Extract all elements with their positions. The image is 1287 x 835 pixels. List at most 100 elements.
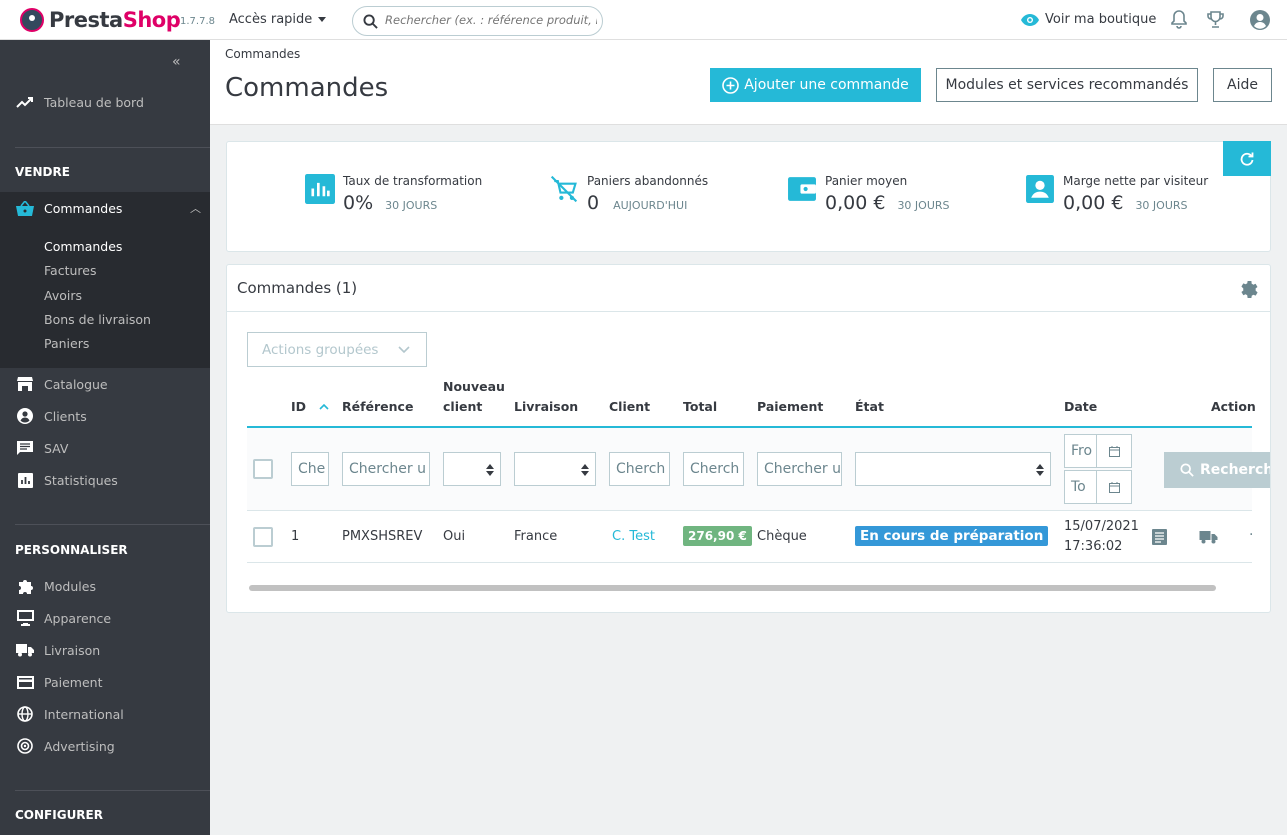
sidebar-item-label: SAV xyxy=(44,440,69,456)
sidebar-item-modules[interactable]: Modules xyxy=(0,570,210,602)
filter-state-select[interactable] xyxy=(855,452,1051,486)
submenu-item-carts[interactable]: Paniers xyxy=(44,336,89,351)
account-circle-icon xyxy=(17,408,33,424)
kpi-conversion[interactable]: Taux de transformation 0% 30 JOURS xyxy=(305,174,482,214)
column-header-new-client[interactable]: Nouveau client xyxy=(443,377,505,417)
chevron-up-icon: ︿ xyxy=(190,202,201,215)
recommended-modules-button[interactable]: Modules et services recommandés xyxy=(936,68,1198,102)
sidebar-item-customers[interactable]: Clients xyxy=(0,400,210,432)
kpi-period: AUJOURD'HUI xyxy=(613,199,688,212)
submenu-item-invoices[interactable]: Factures xyxy=(44,263,96,278)
sidebar-item-label: International xyxy=(44,706,124,722)
horizontal-scrollbar[interactable] xyxy=(249,585,1216,591)
kpi-net-margin[interactable]: Marge nette par visiteur 0,00 € 30 JOURS xyxy=(1025,174,1208,214)
gear-icon[interactable] xyxy=(1240,280,1259,299)
search-input[interactable] xyxy=(385,13,597,27)
add-order-button[interactable]: Ajouter une commande xyxy=(710,68,921,102)
bar-chart-icon xyxy=(17,472,33,488)
filter-id-input[interactable]: Che xyxy=(291,452,329,486)
bar-chart-icon xyxy=(305,174,335,204)
divider xyxy=(15,147,210,148)
section-customize: PERSONNALISER xyxy=(15,543,128,557)
state-badge[interactable]: En cours de préparation xyxy=(855,526,1049,546)
cell-date: 15/07/2021 xyxy=(1064,519,1139,534)
globe-icon xyxy=(17,706,33,722)
store-icon xyxy=(17,377,33,391)
search-button[interactable]: Recherche xyxy=(1164,452,1270,488)
kpi-average-cart[interactable]: Panier moyen 0,00 € 30 JOURS xyxy=(787,174,950,214)
sidebar-item-advertising[interactable]: Advertising xyxy=(0,730,210,762)
sidebar-item-label: Advertising xyxy=(44,738,115,754)
column-header-state[interactable]: État xyxy=(855,397,884,417)
filter-new-client-select[interactable] xyxy=(443,452,501,486)
column-header-actions: Action xyxy=(1211,399,1256,414)
filter-delivery-select[interactable] xyxy=(514,452,596,486)
sidebar-item-catalog[interactable]: Catalogue xyxy=(0,368,210,400)
kpi-abandoned-carts[interactable]: Paniers abandonnés 0 AUJOURD'HUI xyxy=(549,174,708,214)
submenu-item-credit-slips[interactable]: Avoirs xyxy=(44,288,82,303)
sidebar-item-label: Apparence xyxy=(44,610,112,626)
search-box[interactable] xyxy=(352,6,603,36)
cell-id: 1 xyxy=(291,529,300,544)
date-to-calendar-button[interactable] xyxy=(1096,470,1132,504)
sidebar-item-appearance[interactable]: Apparence xyxy=(0,602,210,634)
user-avatar-icon[interactable] xyxy=(1250,10,1270,30)
quick-access-dropdown[interactable]: Accès rapide xyxy=(229,12,327,27)
filter-reference-input[interactable]: Chercher u xyxy=(342,452,430,486)
row-checkbox[interactable] xyxy=(253,527,273,547)
view-shop-link[interactable]: Voir ma boutique xyxy=(1021,12,1156,27)
puzzle-icon xyxy=(18,579,33,594)
cell-reference: PMXSHSREV xyxy=(342,529,423,544)
column-header-client[interactable]: Client xyxy=(609,397,650,417)
filter-date-from-input[interactable]: Fro xyxy=(1064,434,1098,468)
filter-total-input[interactable]: Cherch xyxy=(683,452,744,486)
cell-delivery: France xyxy=(514,529,558,544)
kpi-title: Marge nette par visiteur xyxy=(1063,174,1209,188)
customer-link[interactable]: C. Test xyxy=(612,529,655,544)
column-header-date[interactable]: Date xyxy=(1064,397,1097,417)
sidebar-item-stats[interactable]: Statistiques xyxy=(0,464,210,496)
bell-icon[interactable] xyxy=(1171,10,1187,29)
filter-client-input[interactable]: Cherch xyxy=(609,452,670,486)
submenu-item-orders[interactable]: Commandes xyxy=(44,239,122,254)
column-header-id[interactable]: ID xyxy=(291,397,329,417)
sidebar-item-orders[interactable]: Commandes ︿ xyxy=(0,192,210,224)
filter-payment-input[interactable]: Chercher u xyxy=(757,452,842,486)
sidebar-item-label: Catalogue xyxy=(44,376,108,392)
select-all-checkbox[interactable] xyxy=(253,459,273,479)
add-circle-icon xyxy=(722,76,740,94)
help-button[interactable]: Aide xyxy=(1213,68,1272,102)
sidebar-item-label: Modules xyxy=(44,578,96,594)
view-shop-label: Voir ma boutique xyxy=(1045,12,1157,27)
trophy-icon[interactable] xyxy=(1206,10,1225,29)
remove-shopping-cart-icon xyxy=(550,175,578,203)
sidebar-item-international[interactable]: International xyxy=(0,698,210,730)
bulk-actions-dropdown[interactable]: Actions groupées xyxy=(247,332,427,367)
column-header-payment[interactable]: Paiement xyxy=(757,397,823,417)
column-header-reference[interactable]: Référence xyxy=(342,397,413,417)
sort-asc-icon[interactable] xyxy=(319,403,329,410)
sidebar-item-shipping[interactable]: Livraison xyxy=(0,634,210,666)
delivery-truck-icon[interactable] xyxy=(1199,531,1218,544)
sidebar-item-dashboard[interactable]: Tableau de bord xyxy=(0,86,210,118)
chevron-down-icon xyxy=(398,346,410,354)
prestashop-logo[interactable]: PrestaShop xyxy=(20,8,181,32)
kpi-title: Paniers abandonnés xyxy=(587,174,709,188)
top-bar: PrestaShop 1.7.7.8 Accès rapide Voir ma … xyxy=(0,0,1287,40)
sidebar-item-payment[interactable]: Paiement xyxy=(0,666,210,698)
column-header-total[interactable]: Total xyxy=(683,397,717,417)
sidebar-item-customer-service[interactable]: SAV xyxy=(0,432,210,464)
search-icon xyxy=(1180,463,1194,477)
table-row[interactable]: 1 PMXSHSREV Oui France C. Test 276,90 € … xyxy=(247,511,1253,563)
collapse-sidebar-icon[interactable]: « xyxy=(172,54,181,70)
divider xyxy=(15,790,210,791)
breadcrumb[interactable]: Commandes xyxy=(225,47,300,61)
column-header-delivery[interactable]: Livraison xyxy=(514,397,578,417)
date-from-calendar-button[interactable] xyxy=(1096,434,1132,468)
refresh-button[interactable] xyxy=(1223,141,1271,176)
view-invoice-icon[interactable] xyxy=(1152,529,1167,545)
filter-date-to-input[interactable]: To xyxy=(1064,470,1098,504)
more-actions-icon[interactable]: · xyxy=(1249,527,1253,543)
grid-title: Commandes (1) xyxy=(237,279,358,297)
submenu-item-delivery-slips[interactable]: Bons de livraison xyxy=(44,312,151,327)
